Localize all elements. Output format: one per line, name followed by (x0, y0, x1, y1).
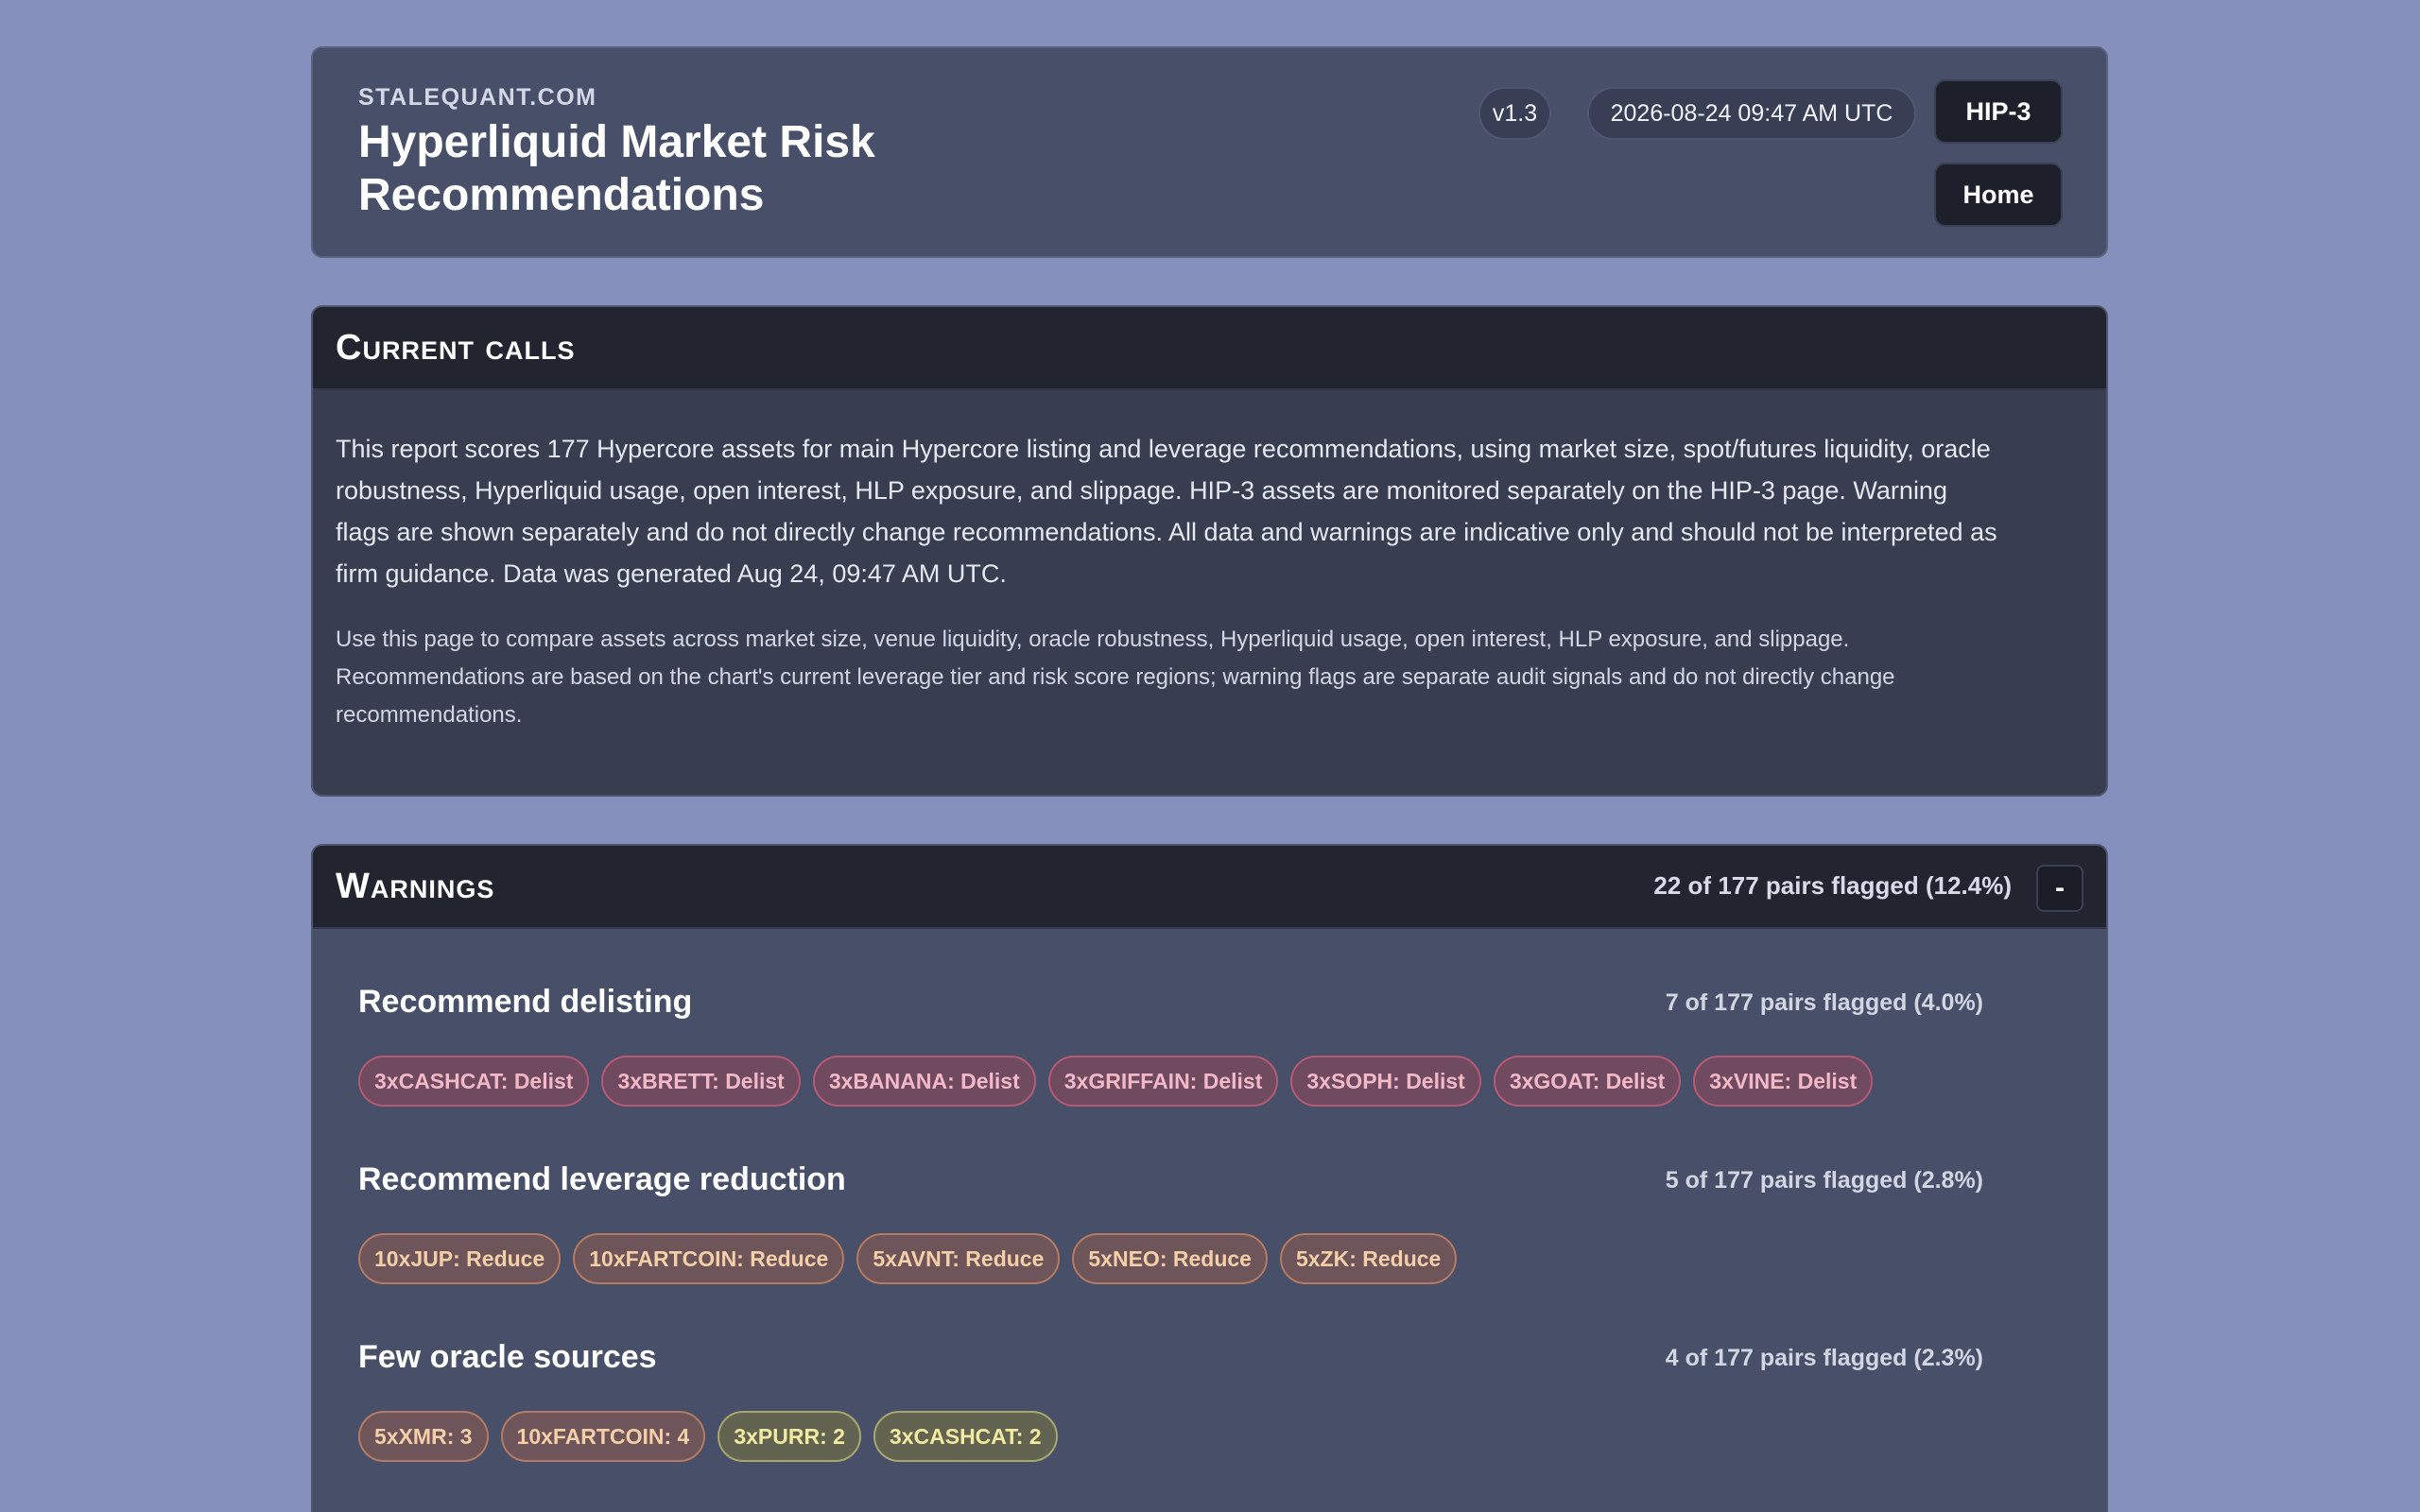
warning-tag[interactable]: 10xFARTCOIN: Reduce (573, 1233, 845, 1284)
warning-tag[interactable]: 3xSOPH: Delist (1290, 1056, 1481, 1107)
page-title: Hyperliquid Market Risk Recommendations (358, 117, 875, 220)
warnings-header: Warnings 22 of 177 pairs flagged (12.4%)… (313, 846, 2106, 929)
header-card: STALEQUANT.COM Hyperliquid Market Risk R… (311, 46, 2108, 258)
current-calls-card: Current calls This report scores 177 Hyp… (311, 305, 2108, 797)
warning-tag[interactable]: 3xVINE: Delist (1693, 1056, 1874, 1107)
warning-tag[interactable]: 3xBANANA: Delist (812, 1056, 1036, 1107)
tag-list: 5xXMR: 3 10xFARTCOIN: 4 3xPURR: 2 3xCASH… (358, 1411, 1058, 1462)
section-count: 7 of 177 pairs flagged (4.0%) (1665, 989, 1983, 1016)
warning-tag[interactable]: 5xXMR: 3 (358, 1411, 489, 1462)
calls-usage-note: Use this page to compare assets across m… (336, 627, 1895, 728)
warning-section-delisting: Recommend delisting 7 of 177 pairs flagg… (358, 929, 2061, 1107)
version-badge: v1.3 (1478, 87, 1551, 140)
site-brand: STALEQUANT.COM (358, 84, 597, 111)
warning-tag[interactable]: 3xPURR: 2 (717, 1411, 861, 1462)
home-button[interactable]: Home (1934, 163, 2063, 227)
tag-list: 3xCASHCAT: Delist 3xBRETT: Delist 3xBANA… (358, 1056, 1874, 1107)
warning-tag[interactable]: 5xAVNT: Reduce (856, 1233, 1061, 1284)
section-count: 4 of 177 pairs flagged (2.3%) (1665, 1345, 1983, 1371)
page-container: STALEQUANT.COM Hyperliquid Market Risk R… (311, 46, 2108, 1512)
warnings-body: Recommend delisting 7 of 177 pairs flagg… (313, 929, 2106, 1462)
warning-tag[interactable]: 3xBRETT: Delist (601, 1056, 801, 1107)
section-title: Few oracle sources (358, 1339, 657, 1375)
warning-tag[interactable]: 5xNEO: Reduce (1072, 1233, 1268, 1284)
section-count: 5 of 177 pairs flagged (2.8%) (1665, 1167, 1983, 1194)
warnings-summary: 22 of 177 pairs flagged (12.4%) (1653, 871, 2012, 900)
current-calls-body: This report scores 177 Hypercore assets … (313, 390, 2106, 734)
warning-tag[interactable]: 3xGOAT: Delist (1493, 1056, 1682, 1107)
warning-section-oracle-sources: Few oracle sources 4 of 177 pairs flagge… (358, 1284, 2061, 1462)
warning-tag[interactable]: 3xCASHCAT: 2 (873, 1411, 1058, 1462)
generated-timestamp: 2026-08-24 09:47 AM UTC (1587, 87, 1916, 140)
warning-tag[interactable]: 3xCASHCAT: Delist (358, 1056, 590, 1107)
section-title: Recommend delisting (358, 984, 693, 1020)
warning-tag[interactable]: 10xFARTCOIN: 4 (500, 1411, 706, 1462)
warnings-card: Warnings 22 of 177 pairs flagged (12.4%)… (311, 844, 2108, 1512)
warning-section-leverage-reduction: Recommend leverage reduction 5 of 177 pa… (358, 1107, 2061, 1284)
warning-tag[interactable]: 10xJUP: Reduce (358, 1233, 562, 1284)
tag-list: 10xJUP: Reduce 10xFARTCOIN: Reduce 5xAVN… (358, 1233, 1458, 1284)
collapse-button[interactable]: - (2036, 865, 2083, 912)
current-calls-header: Current calls (313, 307, 2106, 390)
hip3-button[interactable]: HIP-3 (1934, 79, 2063, 144)
calls-description: This report scores 177 Hypercore assets … (336, 435, 1997, 588)
warning-tag[interactable]: 3xGRIFFAIN: Delist (1047, 1056, 1279, 1107)
warning-tag[interactable]: 5xZK: Reduce (1279, 1233, 1458, 1284)
current-calls-title: Current calls (336, 328, 576, 368)
warnings-title: Warnings (336, 867, 495, 906)
section-title: Recommend leverage reduction (358, 1161, 846, 1197)
